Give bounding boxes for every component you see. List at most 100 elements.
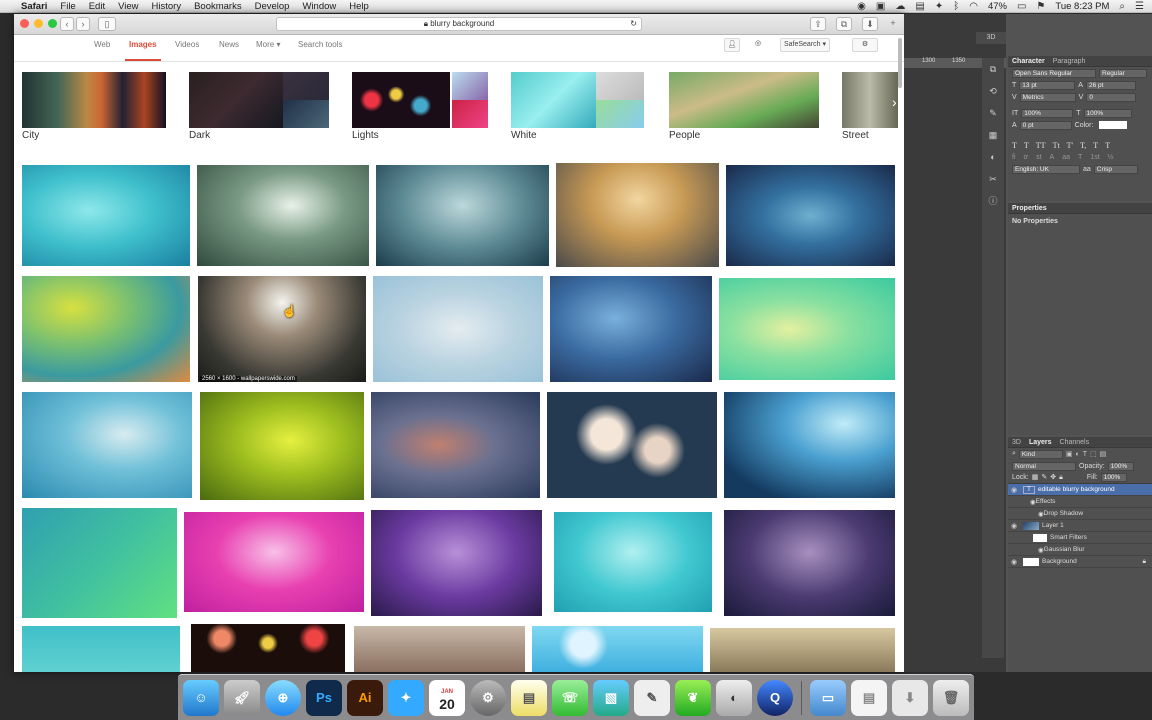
faux-bold-icon[interactable]: T: [1012, 141, 1017, 150]
ligature-icon[interactable]: fi: [1012, 154, 1016, 161]
blend-mode-select[interactable]: Normal: [1012, 461, 1076, 471]
evernote-dock-icon[interactable]: ❦: [675, 679, 711, 716]
tools-icon[interactable]: ✂: [982, 168, 1004, 190]
battery-icon[interactable]: ▭: [1017, 0, 1026, 13]
downloads-icon[interactable]: ⬇: [862, 17, 878, 31]
tab-layers[interactable]: Layers: [1029, 437, 1052, 447]
brush-icon[interactable]: ✎: [982, 102, 1004, 124]
visibility-eye-icon[interactable]: ◉: [1008, 558, 1020, 566]
minimize-window-button[interactable]: [34, 19, 43, 28]
layer-row[interactable]: ◉ Gaussian Blur: [1008, 544, 1152, 556]
tab-search-tools[interactable]: Search tools: [298, 40, 342, 49]
tab-news[interactable]: News: [219, 40, 239, 49]
layer-kind-select[interactable]: Kind: [1018, 449, 1063, 459]
antialias-select[interactable]: Crisp: [1093, 164, 1138, 174]
titling-icon[interactable]: aa: [1062, 154, 1070, 161]
notes-dock-icon[interactable]: ▤: [511, 679, 547, 716]
record-icon[interactable]: ◉: [857, 0, 866, 13]
close-window-button[interactable]: [20, 19, 29, 28]
image-result[interactable]: [554, 512, 712, 612]
menu-app[interactable]: Safari: [21, 0, 47, 13]
baseline-field[interactable]: 0 pt: [1019, 120, 1072, 130]
wifi-icon[interactable]: ◠: [969, 0, 978, 13]
chip-lights[interactable]: Lights: [352, 72, 488, 142]
globe-icon[interactable]: ◎: [750, 38, 766, 52]
image-result[interactable]: [371, 392, 540, 498]
zoom-window-button[interactable]: [48, 19, 57, 28]
new-tab-button[interactable]: +: [886, 17, 900, 31]
font-family-select[interactable]: Open Sans Regular: [1012, 68, 1096, 78]
info-icon[interactable]: ⓘ: [982, 190, 1004, 212]
ps-canvas-area[interactable]: 3D 1300 1350 ⧉ ⟲ ✎ ▦ ◐ ✂ ⓘ: [904, 14, 1006, 672]
horizontal-scale-field[interactable]: 100%: [1083, 108, 1132, 118]
chips-next-arrow-icon[interactable]: ›: [892, 94, 897, 110]
image-result[interactable]: [376, 165, 549, 266]
image-result[interactable]: [191, 624, 345, 672]
spotlight-icon[interactable]: ⌕: [1119, 0, 1125, 13]
menu-file[interactable]: File: [60, 0, 75, 13]
menu-history[interactable]: History: [152, 0, 182, 13]
layer-row[interactable]: ◉ T editable blurry background: [1008, 484, 1152, 496]
opacity-field[interactable]: 100%: [1107, 461, 1134, 471]
layer-comps-icon[interactable]: ⧉: [982, 58, 1004, 80]
tabs-overview-icon[interactable]: ⧉: [836, 17, 852, 31]
faux-italic-icon[interactable]: T: [1024, 141, 1029, 150]
tab-more[interactable]: More ▾: [256, 40, 280, 49]
image-result[interactable]: [22, 508, 177, 618]
image-result[interactable]: [726, 165, 895, 266]
menu-edit[interactable]: Edit: [89, 0, 105, 13]
menu-view[interactable]: View: [118, 0, 138, 13]
image-result[interactable]: [710, 628, 895, 672]
font-style-select[interactable]: Regular: [1099, 68, 1147, 78]
image-result[interactable]: [724, 392, 895, 498]
image-result[interactable]: [22, 626, 180, 672]
cloud-icon[interactable]: ☁: [895, 0, 905, 13]
account-icon[interactable]: 👤︎: [724, 38, 740, 52]
flag-icon[interactable]: ⚑: [1036, 0, 1045, 13]
tab-3d[interactable]: 3D: [1012, 437, 1021, 447]
messages-dock-icon[interactable]: ☏: [552, 679, 588, 716]
image-result[interactable]: [197, 165, 369, 266]
forward-button[interactable]: ›: [76, 17, 90, 31]
strikethrough-icon[interactable]: T: [1105, 141, 1110, 150]
preview-dock-icon[interactable]: ▧: [593, 679, 629, 716]
menu-develop[interactable]: Develop: [255, 0, 290, 13]
language-select[interactable]: English: UK: [1012, 164, 1080, 174]
layer-row[interactable]: ◉ Layer 1: [1008, 520, 1152, 532]
swash-icon[interactable]: st: [1036, 154, 1041, 161]
fractions-icon[interactable]: 1st: [1090, 154, 1099, 161]
image-result[interactable]: [184, 512, 364, 612]
back-button[interactable]: ‹: [60, 17, 74, 31]
launchpad-icon[interactable]: 🚀︎: [224, 679, 260, 716]
bluetooth-icon[interactable]: ᛒ: [953, 0, 959, 13]
documents-stack-icon[interactable]: ▤: [851, 679, 887, 716]
tab-channels[interactable]: Channels: [1060, 437, 1090, 447]
text-color-swatch[interactable]: [1099, 121, 1128, 129]
image-result[interactable]: [354, 626, 525, 672]
chip-city[interactable]: City: [22, 72, 166, 142]
visibility-eye-icon[interactable]: ◉: [1008, 522, 1020, 530]
layer-row[interactable]: ◉ Effects: [1008, 496, 1152, 508]
alfred-dock-icon[interactable]: ◐: [716, 679, 752, 716]
illustrator-dock-icon[interactable]: Ai: [347, 679, 383, 716]
notes-icon[interactable]: ▤: [915, 0, 924, 13]
layer-row[interactable]: ◉ Drop Shadow: [1008, 508, 1152, 520]
kerning-field[interactable]: Metrics: [1019, 92, 1076, 102]
tab-images[interactable]: Images: [129, 40, 157, 49]
vertical-scale-field[interactable]: 100%: [1021, 108, 1074, 118]
finder-icon[interactable]: ☺: [183, 679, 219, 716]
image-result[interactable]: [550, 276, 712, 382]
image-result[interactable]: [547, 392, 717, 498]
history-icon[interactable]: ⟲: [982, 80, 1004, 102]
visibility-eye-icon[interactable]: ◉: [1008, 486, 1020, 494]
chip-dark[interactable]: Dark: [189, 72, 329, 142]
image-result[interactable]: [200, 392, 364, 500]
layer-filter-icons[interactable]: ▣◐T⬚▤: [1066, 450, 1109, 458]
tab-paragraph[interactable]: Paragraph: [1053, 56, 1086, 66]
fill-field[interactable]: 100%: [1100, 473, 1127, 482]
small-caps-icon[interactable]: Tt: [1053, 141, 1060, 150]
layer-row[interactable]: ◉ Background 🔒︎: [1008, 556, 1152, 568]
image-result[interactable]: [22, 392, 192, 498]
image-result[interactable]: [371, 510, 542, 616]
twitter-dock-icon[interactable]: ✦: [388, 679, 424, 716]
